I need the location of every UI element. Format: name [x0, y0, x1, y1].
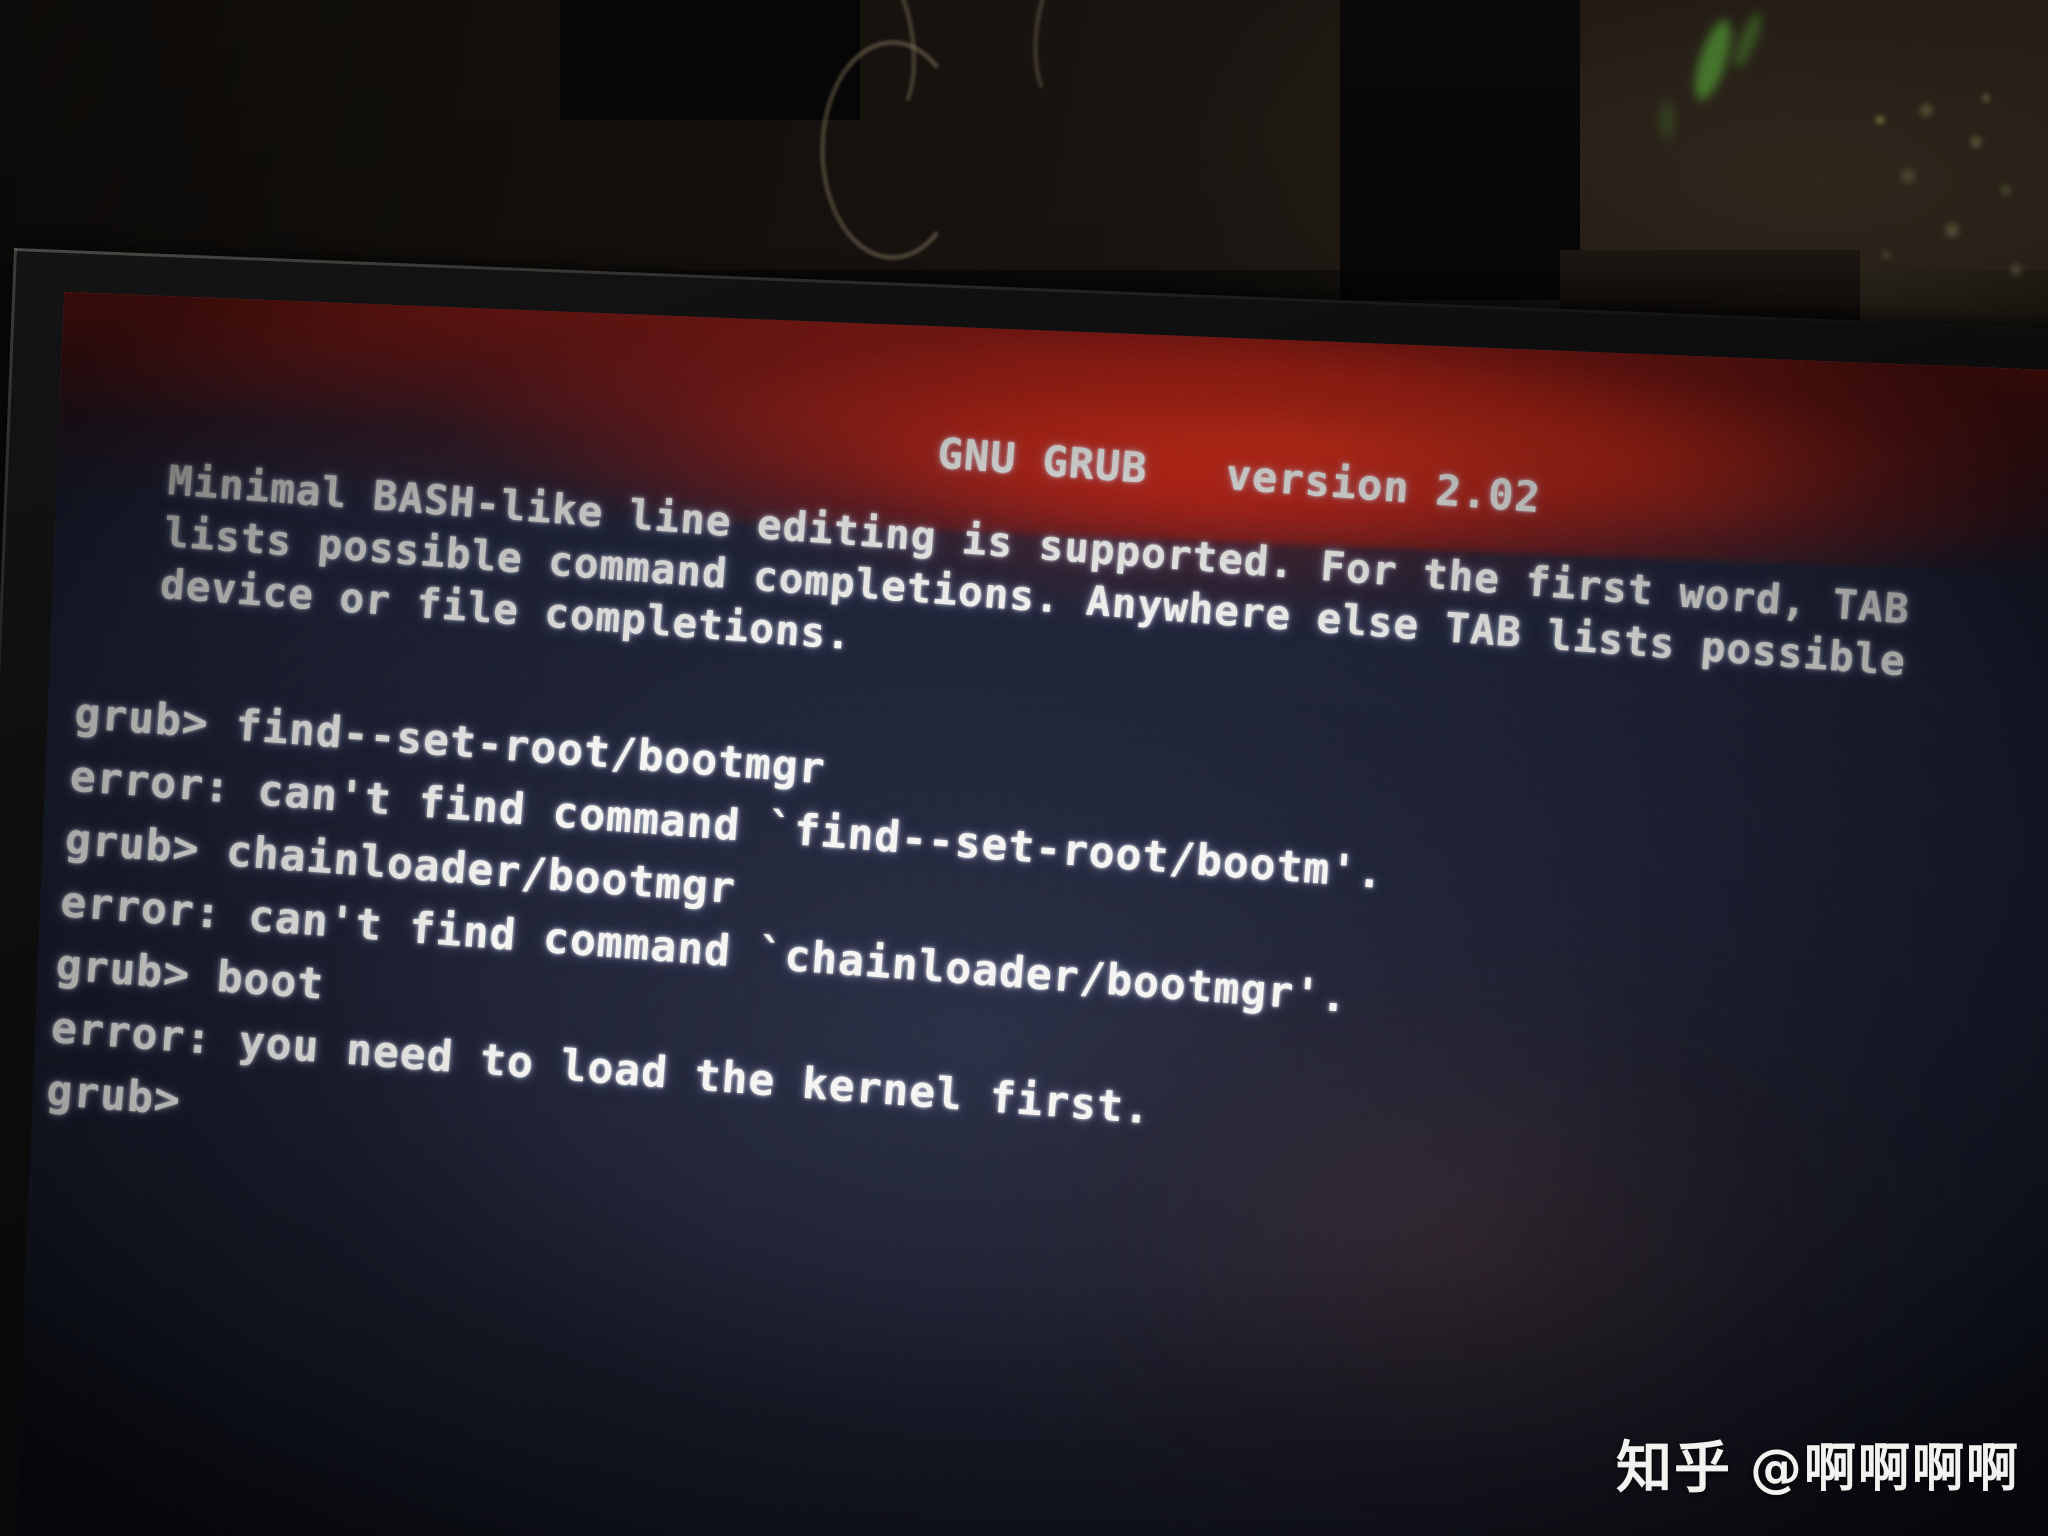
background-foliage: [1856, 90, 2048, 300]
watermark-username: @啊啊啊啊: [1749, 1439, 2020, 1499]
watermark: 知乎 @啊啊啊啊: [1616, 1423, 2020, 1504]
monitor-screen: GNU GRUB version 2.02 Minimal BASH-like …: [13, 292, 2048, 1536]
hanging-cable-loop: [820, 40, 965, 260]
green-light-glint: [1660, 100, 1674, 140]
grub-console: GNU GRUB version 2.02 Minimal BASH-like …: [13, 292, 2048, 1536]
grub-help-text: Minimal BASH-like line editing is suppor…: [158, 454, 1975, 744]
photo-frame: GNU GRUB version 2.02 Minimal BASH-like …: [0, 0, 2048, 1536]
grub-terminal-output[interactable]: grub> find--set-root/bootmgr error: can'…: [44, 683, 1391, 1220]
monitor-bezel: GNU GRUB version 2.02 Minimal BASH-like …: [0, 248, 2048, 1536]
grub-version-title: GNU GRUB version 2.02: [935, 428, 1543, 523]
background-object-left: [560, 0, 860, 120]
background-object-center: [1340, 0, 1580, 300]
watermark-brand: 知乎: [1615, 1436, 1732, 1501]
